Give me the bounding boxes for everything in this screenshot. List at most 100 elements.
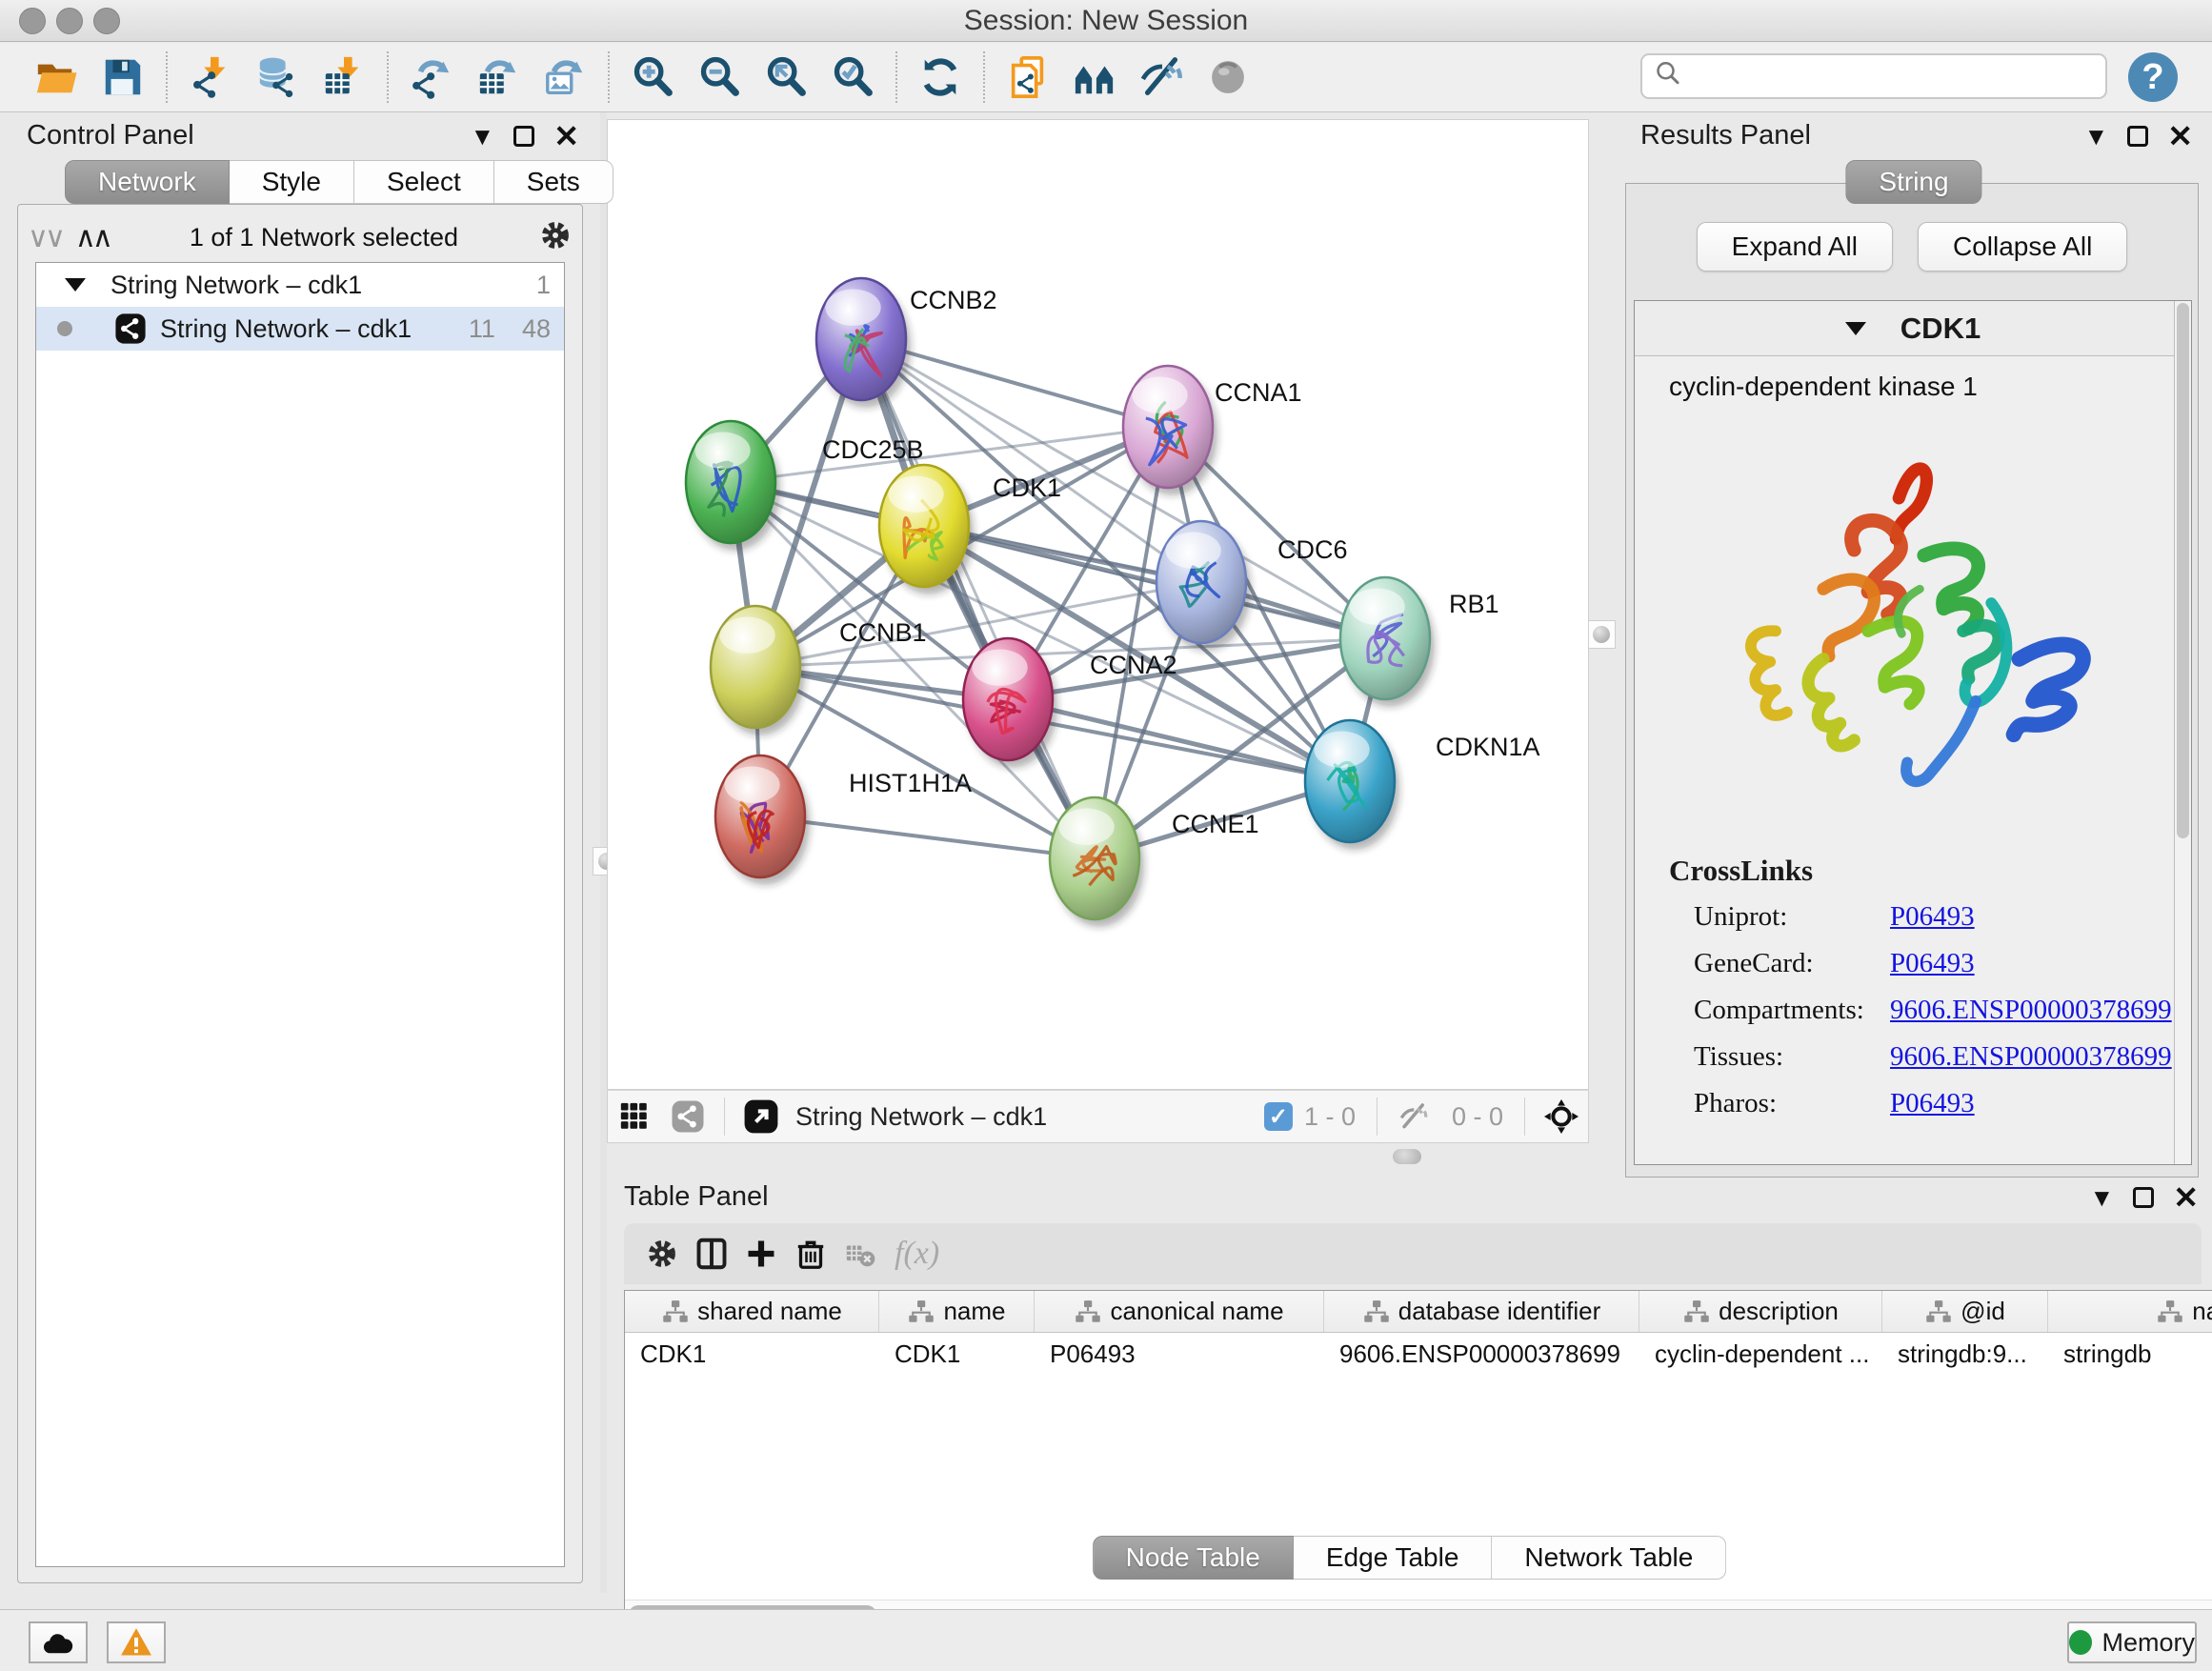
tab-network-table[interactable]: Network Table	[1492, 1536, 1726, 1580]
node-label-CDC25B: CDC25B	[822, 435, 924, 464]
maximize-panel-icon[interactable]	[2133, 1187, 2154, 1208]
results-scrollbar[interactable]	[2174, 301, 2191, 1164]
network-share-icon[interactable]	[667, 1096, 709, 1137]
zoom-out-button[interactable]	[693, 50, 746, 104]
network-row[interactable]: String Network – cdk1 11 48	[36, 307, 564, 351]
collapse-all-networks-icon[interactable]: ∨∨	[28, 221, 62, 254]
crosslink-value-link[interactable]: 9606.ENSP00000378699	[1890, 1041, 2172, 1073]
tab-edge-table[interactable]: Edge Table	[1294, 1536, 1493, 1580]
hide-selected-button[interactable]	[1135, 50, 1188, 104]
apply-layout-button[interactable]	[914, 50, 967, 104]
node-CDK1[interactable]: CDK1	[879, 465, 1061, 594]
birdseye-grid-icon[interactable]	[613, 1096, 655, 1137]
maximize-panel-icon[interactable]	[513, 126, 534, 147]
show-all-button[interactable]	[1201, 50, 1255, 104]
crosslink-value-link[interactable]: P06493	[1890, 948, 1975, 979]
close-panel-icon[interactable]: ✕	[2173, 1182, 2199, 1213]
import-network-database-button[interactable]	[251, 50, 304, 104]
column-header-name[interactable]: name	[879, 1291, 1035, 1332]
node-HIST1H1A[interactable]: HIST1H1A	[715, 755, 972, 885]
node-CCNB2[interactable]: CCNB2	[816, 278, 997, 408]
tab-select[interactable]: Select	[354, 160, 494, 204]
table-cell[interactable]: CDK1	[625, 1333, 879, 1375]
tab-node-table[interactable]: Node Table	[1093, 1536, 1294, 1580]
zoom-in-button[interactable]	[626, 50, 679, 104]
right-splitter-handle[interactable]	[1587, 620, 1616, 649]
table-cell[interactable]: stringdb	[2048, 1333, 2212, 1375]
column-header-namespace[interactable]: namespace	[2048, 1291, 2212, 1332]
column-header--id[interactable]: @id	[1882, 1291, 2048, 1332]
float-panel-icon[interactable]: ▼	[2089, 1185, 2114, 1210]
search-icon	[1654, 60, 1682, 93]
float-panel-icon[interactable]: ▼	[2083, 124, 2108, 149]
edge-CCNE1-HIST1H1A[interactable]	[760, 816, 1095, 858]
node-RB1[interactable]: RB1	[1340, 577, 1499, 707]
table-row[interactable]: CDK1CDK1P064939606.ENSP00000378699cyclin…	[625, 1333, 2212, 1375]
delete-column-icon[interactable]	[786, 1229, 835, 1278]
node-CCNA2[interactable]: CCNA2	[963, 638, 1177, 768]
column-header-canonical-name[interactable]: canonical name	[1035, 1291, 1324, 1332]
crosslink-value-link[interactable]: P06493	[1890, 901, 1975, 933]
table-cell[interactable]: 9606.ENSP00000378699	[1324, 1333, 1639, 1375]
results-scrollbar-thumb[interactable]	[2177, 303, 2189, 838]
zoom-selected-button[interactable]	[826, 50, 879, 104]
table-settings-gear-icon[interactable]	[637, 1229, 687, 1278]
crosslink-value-link[interactable]: 9606.ENSP00000378699	[1890, 995, 2172, 1026]
detach-view-icon[interactable]	[740, 1096, 782, 1137]
column-header-description[interactable]: description	[1639, 1291, 1882, 1332]
close-panel-icon[interactable]: ✕	[2167, 121, 2193, 151]
node-CCNA1[interactable]: CCNA1	[1123, 366, 1302, 495]
network-canvas[interactable]: CCNB2 CCNA1 CDC25B CDK1 CDC6 R	[607, 119, 1589, 1090]
warnings-button[interactable]	[107, 1621, 166, 1663]
gene-section-header[interactable]: CDK1	[1635, 301, 2191, 356]
close-panel-icon[interactable]: ✕	[553, 121, 579, 151]
cloud-button[interactable]	[29, 1621, 88, 1663]
table-cell[interactable]: P06493	[1035, 1333, 1324, 1375]
node-CDKN1A[interactable]: CDKN1A	[1305, 720, 1540, 850]
open-session-button[interactable]	[30, 50, 83, 104]
node-label-HIST1H1A: HIST1H1A	[849, 769, 972, 797]
export-image-button[interactable]	[538, 50, 592, 104]
search-input[interactable]	[1690, 62, 2105, 91]
crosslink-value-link[interactable]: P06493	[1890, 1088, 1975, 1119]
crosshair-icon[interactable]	[1540, 1096, 1582, 1137]
node-CCNE1[interactable]: CCNE1	[1050, 797, 1259, 927]
maximize-panel-icon[interactable]	[2127, 126, 2148, 147]
table-cell[interactable]: cyclin-dependent ...	[1639, 1333, 1882, 1375]
tab-sets[interactable]: Sets	[494, 160, 613, 204]
expand-all-button[interactable]: Expand All	[1697, 222, 1893, 272]
expand-all-networks-icon[interactable]: ∧∧	[75, 221, 110, 254]
import-table-button[interactable]	[317, 50, 371, 104]
export-network-button[interactable]	[405, 50, 458, 104]
minimize-window-button[interactable]	[56, 8, 83, 34]
export-table-button[interactable]	[472, 50, 525, 104]
first-neighbors-button[interactable]	[1068, 50, 1121, 104]
search-box[interactable]	[1640, 53, 2107, 99]
close-window-button[interactable]	[19, 8, 46, 34]
float-panel-icon[interactable]: ▼	[470, 124, 494, 149]
tab-string[interactable]: String	[1845, 160, 1981, 204]
tab-style[interactable]: Style	[230, 160, 354, 204]
collapse-all-button[interactable]: Collapse All	[1918, 222, 2127, 272]
selected-checkbox-icon[interactable]: ✓	[1264, 1102, 1293, 1131]
table-cell[interactable]: CDK1	[879, 1333, 1035, 1375]
network-collection-row[interactable]: String Network – cdk1 1	[36, 263, 564, 307]
import-network-file-button[interactable]	[184, 50, 237, 104]
gene-collapse-icon[interactable]	[1845, 322, 1866, 335]
save-session-button[interactable]	[96, 50, 150, 104]
column-header-database-identifier[interactable]: database identifier	[1324, 1291, 1639, 1332]
tab-network[interactable]: Network	[65, 160, 230, 204]
zoom-fit-button[interactable]	[759, 50, 813, 104]
maximize-window-button[interactable]	[93, 8, 120, 34]
collection-expand-icon[interactable]	[65, 278, 86, 292]
add-column-icon[interactable]	[736, 1229, 786, 1278]
new-network-from-selection-button[interactable]	[1001, 50, 1055, 104]
table-cell[interactable]: stringdb:9...	[1882, 1333, 2048, 1375]
node-CDC6[interactable]: CDC6	[1156, 521, 1348, 651]
network-options-gear-icon[interactable]	[538, 218, 573, 257]
memory-button[interactable]: Memory	[2067, 1621, 2197, 1663]
help-button[interactable]: ?	[2128, 52, 2178, 102]
show-columns-icon[interactable]	[687, 1229, 736, 1278]
bottom-splitter-handle[interactable]	[1393, 1149, 1421, 1164]
column-header-shared-name[interactable]: shared name	[625, 1291, 879, 1332]
